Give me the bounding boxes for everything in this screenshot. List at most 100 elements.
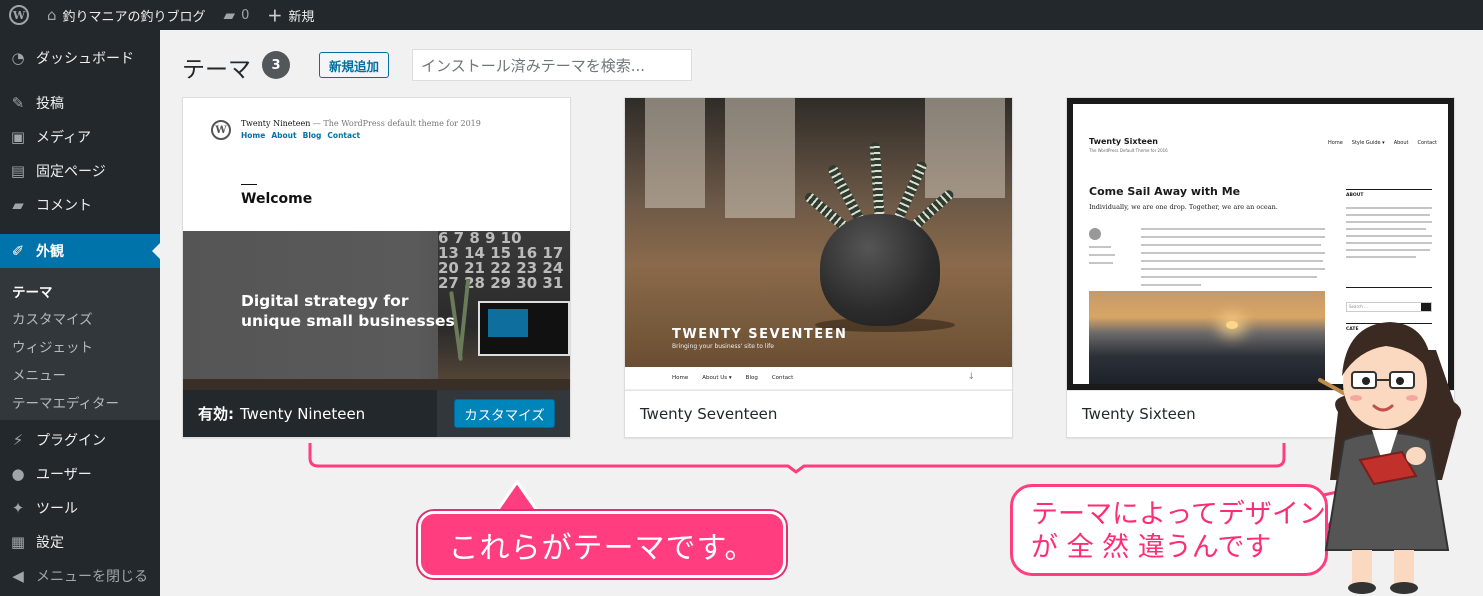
preview-monitor: [478, 301, 570, 356]
preview-hero: 6 7 8 9 10 13 14 15 16 17 20 21 22 23 24…: [183, 231, 570, 390]
preview-nav-item: Contact: [1417, 140, 1437, 146]
collapse-arrow-icon: ◀: [12, 567, 24, 585]
body-line: [1141, 260, 1323, 262]
new-content-link[interactable]: ＋ 新規: [258, 0, 323, 30]
bracket-line: [308, 443, 1286, 474]
submenu-item-themes[interactable]: テーマ: [12, 281, 53, 301]
submenu-item-widgets[interactable]: ウィジェット: [12, 336, 93, 356]
collapse-label: メニューを閉じる: [36, 569, 148, 585]
page-icon: ▤: [10, 162, 26, 180]
body-line: [1141, 228, 1325, 230]
theme-card-twenty-nineteen[interactable]: W Twenty Nineteen — The WordPress defaul…: [182, 97, 571, 438]
body-line: [1141, 276, 1317, 278]
headline-line: unique small businesses: [241, 312, 455, 330]
comment-icon: ▰: [12, 196, 24, 214]
preview-nav-item: Blog: [745, 375, 758, 381]
main-callout: これらがテーマです。: [418, 511, 786, 578]
sidebar-item-label: 設定: [36, 535, 64, 551]
preview-nav: Home About Blog Contact: [241, 131, 360, 140]
speech-bubble: テーマによってデザイン が 全 然 違うんです: [1010, 484, 1328, 576]
body-line: [1141, 236, 1325, 238]
sidebar-item-pages[interactable]: ▤ 固定ページ: [0, 154, 160, 188]
preview-nav-item: Contact: [327, 131, 361, 140]
meta-line: [1089, 262, 1113, 264]
body-line: [1141, 252, 1325, 254]
sidebar-item-label: ダッシュボード: [36, 51, 134, 67]
pin-icon: ✎: [11, 94, 25, 112]
wrench-icon: ✦: [11, 499, 25, 517]
theme-name-bar: Twenty Seventeen: [625, 390, 1012, 437]
customize-button[interactable]: カスタマイズ: [454, 399, 555, 428]
submenu-item-theme-editor[interactable]: テーマエディター: [12, 392, 119, 412]
sidebar-item-tools[interactable]: ✦ ツール: [0, 491, 160, 525]
teacher-illustration: [1318, 322, 1462, 594]
preview-headline: Digital strategy for unique small busine…: [241, 291, 455, 331]
theme-screenshot[interactable]: TWENTY SEVENTEEN Bringing your business'…: [625, 98, 1012, 390]
preview-site-title: Twenty Sixteen: [1089, 137, 1158, 146]
preview-title: TWENTY SEVENTEEN: [672, 327, 848, 342]
preview-nav-item: Contact: [771, 375, 794, 381]
sidebar-item-users[interactable]: ● ユーザー: [0, 457, 160, 491]
theme-name: Twenty Seventeen: [640, 405, 778, 423]
sidebar-item-dashboard[interactable]: ◔ ダッシュボード: [0, 41, 160, 75]
sidebar-item-plugins[interactable]: ⚡ プラグイン: [0, 423, 160, 457]
submenu-item-customize[interactable]: カスタマイズ: [12, 308, 93, 328]
site-name: 釣りマニアの釣りブログ: [62, 9, 206, 25]
preview-nav-item: Home: [672, 375, 689, 381]
preview-sun: [1226, 321, 1238, 329]
preview-nav: Home About Us ▾ Blog Contact: [625, 367, 1012, 390]
submenu-item-menus[interactable]: メニュー: [12, 364, 66, 384]
site-name-link[interactable]: ⌂ 釣りマニアの釣りブログ: [38, 0, 215, 30]
comment-bubble-icon: ▰: [223, 6, 236, 24]
user-icon: ●: [11, 465, 25, 483]
sidebar-line: [1346, 256, 1416, 258]
add-new-theme-button[interactable]: 新規追加: [319, 52, 389, 78]
sidebar-line: [1346, 207, 1432, 209]
preview-author-avatar: [1089, 228, 1101, 240]
preview-tagline: Bringing your business' site to life: [672, 343, 774, 350]
preview-nav: Home Style Guide ▾ About Contact: [1328, 140, 1437, 146]
sidebar-item-label: コメント: [36, 198, 92, 214]
preview-tagline: — The WordPress default theme for 2019: [312, 119, 481, 128]
preview-nav-item: About: [271, 131, 297, 140]
preview-wp-logo-icon: W: [211, 120, 231, 140]
body-line: [1141, 268, 1325, 270]
preview-nav-item: About Us ▾: [702, 375, 732, 381]
preview-welcome: Welcome: [241, 191, 313, 207]
theme-search-input[interactable]: インストール済みテーマを検索...: [412, 49, 692, 81]
sidebar-item-label: 外観: [36, 244, 64, 260]
preview-window: [645, 98, 705, 208]
collapse-menu-button[interactable]: ◀ メニューを閉じる: [0, 559, 160, 593]
new-label: 新規: [288, 9, 315, 25]
theme-card-twenty-seventeen[interactable]: TWENTY SEVENTEEN Bringing your business'…: [624, 97, 1013, 438]
sidebar-item-comments[interactable]: ▰ コメント: [0, 188, 160, 222]
admin-sidebar: ◔ ダッシュボード ✎ 投稿 ▣ メディア ▤ 固定ページ ▰ コメント ✐ 外…: [0, 30, 160, 596]
sidebar-item-media[interactable]: ▣ メディア: [0, 120, 160, 154]
media-icon: ▣: [10, 128, 26, 146]
preview-rule: [241, 184, 257, 185]
preview-nav-item: Blog: [302, 131, 322, 140]
sidebar-item-appearance[interactable]: ✐ 外観: [0, 234, 160, 268]
sidebar-item-posts[interactable]: ✎ 投稿: [0, 86, 160, 120]
shoe-right: [1390, 582, 1418, 594]
theme-screenshot[interactable]: W Twenty Nineteen — The WordPress defaul…: [183, 98, 570, 390]
sidebar-line: [1346, 235, 1432, 237]
leg-left: [1352, 550, 1372, 586]
preview-succulent-leaf: [869, 141, 885, 223]
active-label: 有効:: [198, 405, 234, 423]
sidebar-item-settings[interactable]: ▦ 設定: [0, 525, 160, 559]
comments-link[interactable]: ▰ 0: [215, 0, 259, 30]
preview-site-tagline: The WordPress Default Theme for 2016: [1089, 148, 1168, 153]
eye-left: [1362, 377, 1370, 385]
bubble-line: が 全 然 違うんです: [1031, 532, 1272, 563]
comment-count: 0: [241, 7, 250, 23]
admin-bar: W ⌂ 釣りマニアの釣りブログ ▰ 0 ＋ 新規: [0, 0, 1483, 30]
preview-site-title: Twenty Nineteen — The WordPress default …: [241, 119, 481, 128]
eye-right: [1396, 377, 1404, 385]
wp-logo-menu[interactable]: W: [0, 0, 38, 30]
sidebar-line: [1346, 242, 1432, 244]
preview-post-meta: [1089, 246, 1123, 266]
sidebar-item-label: 投稿: [36, 96, 64, 112]
settings-icon: ▦: [10, 533, 26, 551]
preview-calendar: 6 7 8 9 10 13 14 15 16 17 20 21 22 23 24…: [438, 231, 563, 291]
